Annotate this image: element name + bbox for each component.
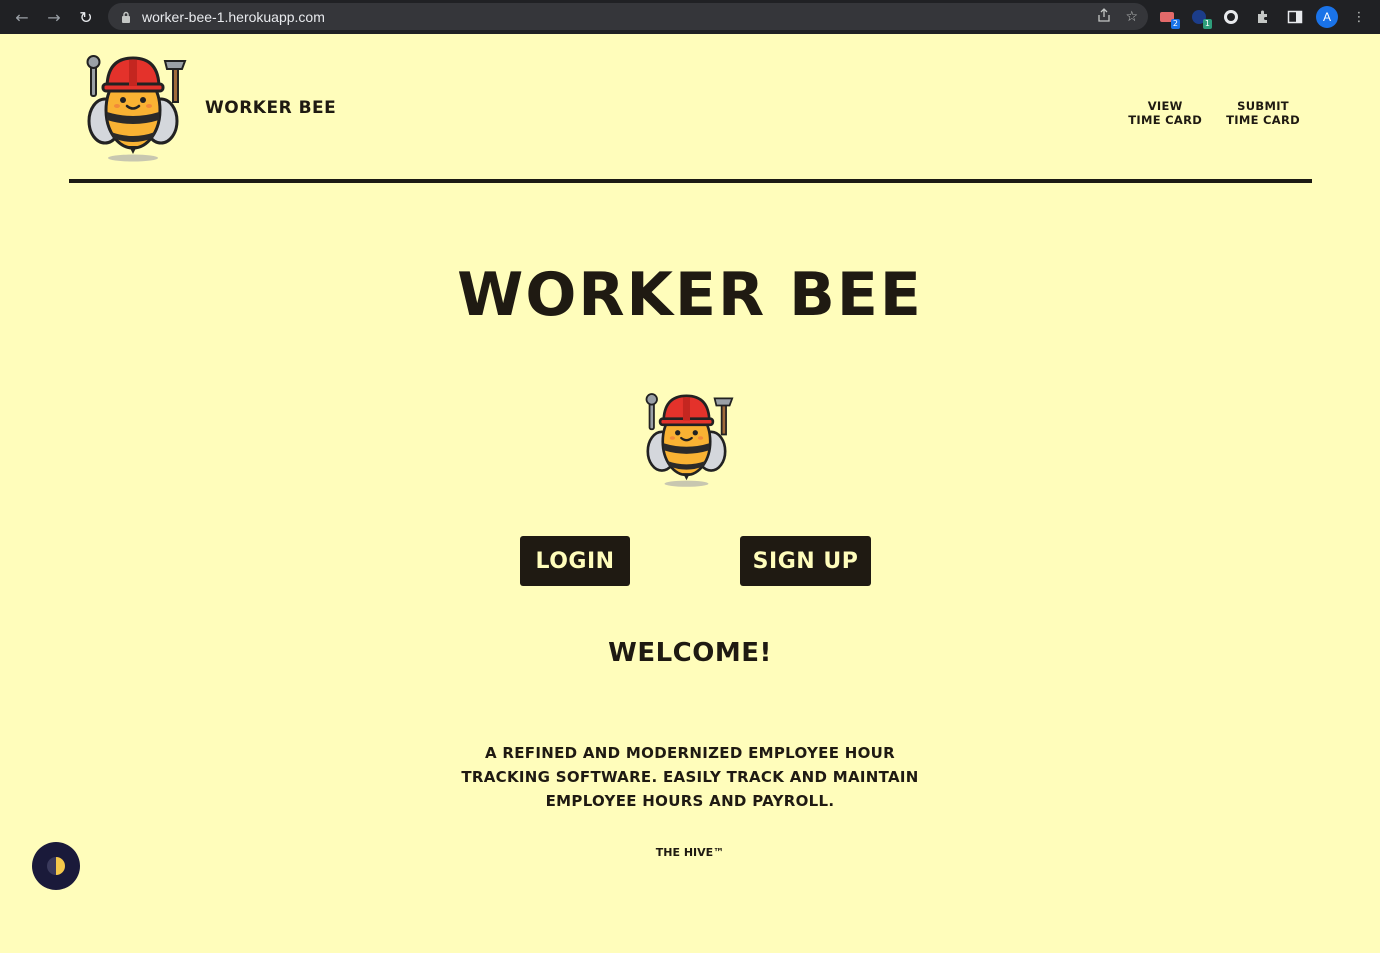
extension-2-badge: 1 <box>1202 19 1212 29</box>
url-text[interactable]: worker-bee-1.herokuapp.com <box>142 9 325 25</box>
nav-submit-line2: Time Card <box>1226 113 1300 127</box>
extension-1-badge: 2 <box>1170 19 1180 29</box>
half-moon-icon <box>47 857 65 875</box>
tagline: A refined and modernized employee hour t… <box>461 744 919 810</box>
worker-bee-logo[interactable] <box>83 48 191 164</box>
puzzle-icon[interactable] <box>1252 6 1274 28</box>
worker-bee-hero-logo <box>645 393 734 487</box>
header-divider <box>69 179 1312 183</box>
browser-toolbar: ← → ↻ worker-bee-1.herokuapp.com ☆ 2 1 A… <box>0 0 1380 34</box>
profile-avatar[interactable]: A <box>1316 6 1338 28</box>
star-icon[interactable]: ☆ <box>1125 9 1138 25</box>
extension-2-icon[interactable]: 1 <box>1188 6 1212 29</box>
login-button[interactable]: Login <box>520 536 630 586</box>
address-bar[interactable]: worker-bee-1.herokuapp.com ☆ <box>108 3 1148 30</box>
side-panel-icon[interactable] <box>1284 6 1306 28</box>
reload-icon[interactable]: ↻ <box>70 0 102 34</box>
nav-view-time-card[interactable]: View Time Card <box>1128 99 1202 127</box>
share-icon[interactable] <box>1097 7 1111 26</box>
nav-submit-time-card[interactable]: Submit Time Card <box>1226 99 1300 127</box>
sign-up-button[interactable]: Sign Up <box>740 536 871 586</box>
extension-3-icon[interactable] <box>1220 6 1242 28</box>
dark-mode-toggle[interactable] <box>32 842 80 890</box>
nav-submit-line1: Submit <box>1237 99 1289 113</box>
lock-icon <box>120 10 132 24</box>
site-header: WORKER BEE View Time Card Submit Time Ca… <box>69 34 1312 182</box>
page: WORKER BEE View Time Card Submit Time Ca… <box>0 34 1380 953</box>
main-nav: View Time Card Submit Time Card <box>1128 99 1300 127</box>
forward-arrow-icon[interactable]: → <box>38 0 70 34</box>
footer-note: The Hive™ <box>655 846 725 859</box>
hero-title: WORKER BEE <box>457 260 923 330</box>
nav-view-line2: Time Card <box>1128 113 1203 127</box>
nav-view-line1: View <box>1147 99 1183 113</box>
welcome-heading: Welcome! <box>608 638 772 668</box>
back-arrow-icon[interactable]: ← <box>6 0 38 34</box>
kebab-menu-icon[interactable]: ⋮ <box>1348 6 1370 28</box>
brand-name[interactable]: WORKER BEE <box>205 98 336 118</box>
extension-1-icon[interactable]: 2 <box>1156 6 1180 29</box>
